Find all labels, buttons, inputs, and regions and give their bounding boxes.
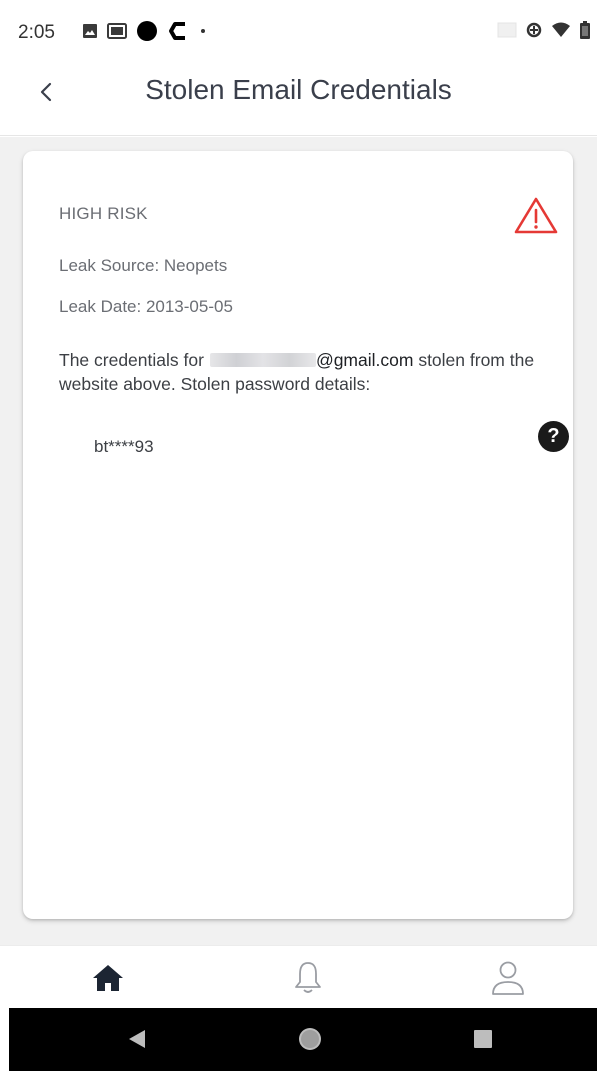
system-navigation-bar: [9, 1008, 597, 1071]
data-saver-icon: [526, 22, 542, 38]
home-icon: [93, 965, 123, 991]
email-domain: @gmail.com: [315, 350, 414, 370]
help-icon[interactable]: ?: [538, 421, 569, 452]
app-header: Stolen Email Credentials: [0, 52, 597, 136]
masked-password: bt****93: [94, 437, 154, 456]
status-time: 2:05: [18, 22, 55, 43]
bell-icon: [295, 962, 321, 993]
circle-icon: [137, 21, 157, 41]
warning-triangle-icon: [514, 197, 558, 234]
credentials-description: The credentials for @gmail.com stolen fro…: [59, 348, 569, 396]
back-triangle-icon: [129, 1030, 145, 1048]
redacted-email-username: [209, 353, 316, 367]
recents-square-icon: [474, 1030, 492, 1048]
system-home-button[interactable]: [295, 1024, 325, 1054]
c-logo-icon: [169, 22, 185, 40]
credentials-text-prefix: The credentials for: [59, 350, 204, 370]
wifi-icon: [552, 22, 570, 37]
risk-level-label: HIGH RISK: [59, 204, 148, 223]
cast-icon: [497, 22, 517, 38]
person-icon: [492, 961, 524, 995]
dot-icon: [201, 29, 205, 33]
status-bar: 2:05: [0, 12, 597, 52]
nav-home[interactable]: [86, 956, 130, 1000]
home-circle-icon: [299, 1028, 321, 1050]
nav-notifications[interactable]: [286, 956, 330, 1000]
bottom-nav: [0, 945, 597, 1008]
status-system-icons: [497, 20, 591, 40]
credential-card: HIGH RISK Leak Source: Neopets Leak Date…: [23, 151, 573, 919]
system-back-button[interactable]: [122, 1024, 152, 1054]
photo-icon: [107, 23, 127, 39]
content-area: HIGH RISK Leak Source: Neopets Leak Date…: [0, 137, 597, 945]
nav-profile[interactable]: [486, 956, 530, 1000]
battery-icon: [580, 21, 590, 39]
status-notification-icons: [82, 20, 208, 42]
leak-date: Leak Date: 2013-05-05: [59, 297, 233, 316]
image-icon: [83, 24, 97, 38]
page-title: Stolen Email Credentials: [145, 74, 452, 105]
leak-source: Leak Source: Neopets: [59, 256, 228, 275]
system-recents-button[interactable]: [468, 1024, 498, 1054]
